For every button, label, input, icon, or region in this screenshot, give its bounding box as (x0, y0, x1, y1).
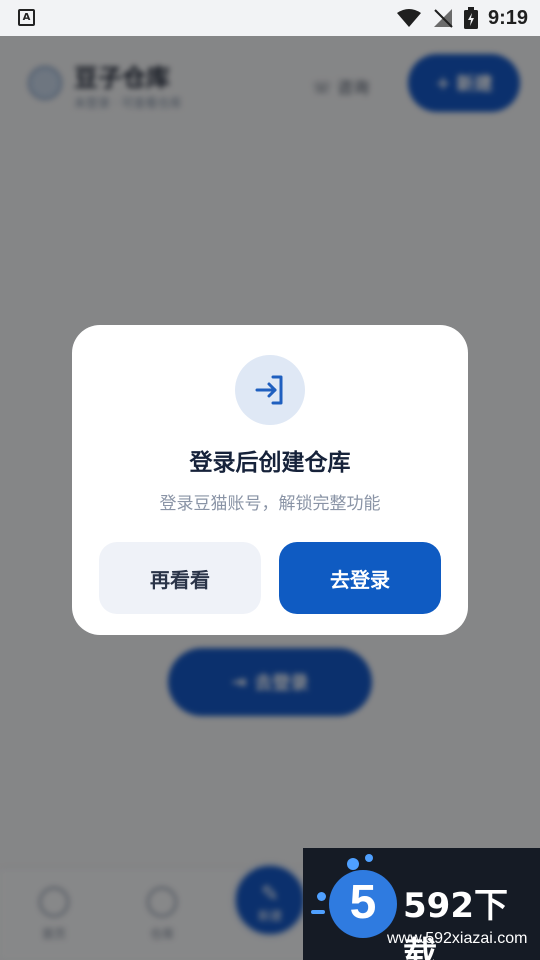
watermark-badge: 5 (329, 870, 397, 938)
dialog-title: 登录后创建仓库 (189, 450, 351, 476)
login-arrow-icon (235, 355, 305, 425)
dialog-subtitle: 登录豆猫账号，解锁完整功能 (159, 494, 381, 514)
battery-charging-icon (463, 7, 478, 29)
later-button[interactable]: 再看看 (99, 542, 261, 614)
signal-off-icon (433, 9, 453, 28)
clock: 9:19 (487, 6, 528, 29)
wifi-icon (396, 9, 421, 27)
status-icons: 9:19 (396, 6, 528, 30)
go-login-button[interactable]: 去登录 (279, 542, 441, 614)
login-required-dialog: 登录后创建仓库 登录豆猫账号，解锁完整功能 再看看 去登录 (72, 325, 468, 635)
watermark-logo: 5 592下载 www.592xiazai.com (303, 848, 540, 960)
status-bar: A 9:19 (0, 0, 540, 36)
watermark-url: www.592xiazai.com (387, 930, 528, 947)
a-icon: A (18, 9, 35, 26)
